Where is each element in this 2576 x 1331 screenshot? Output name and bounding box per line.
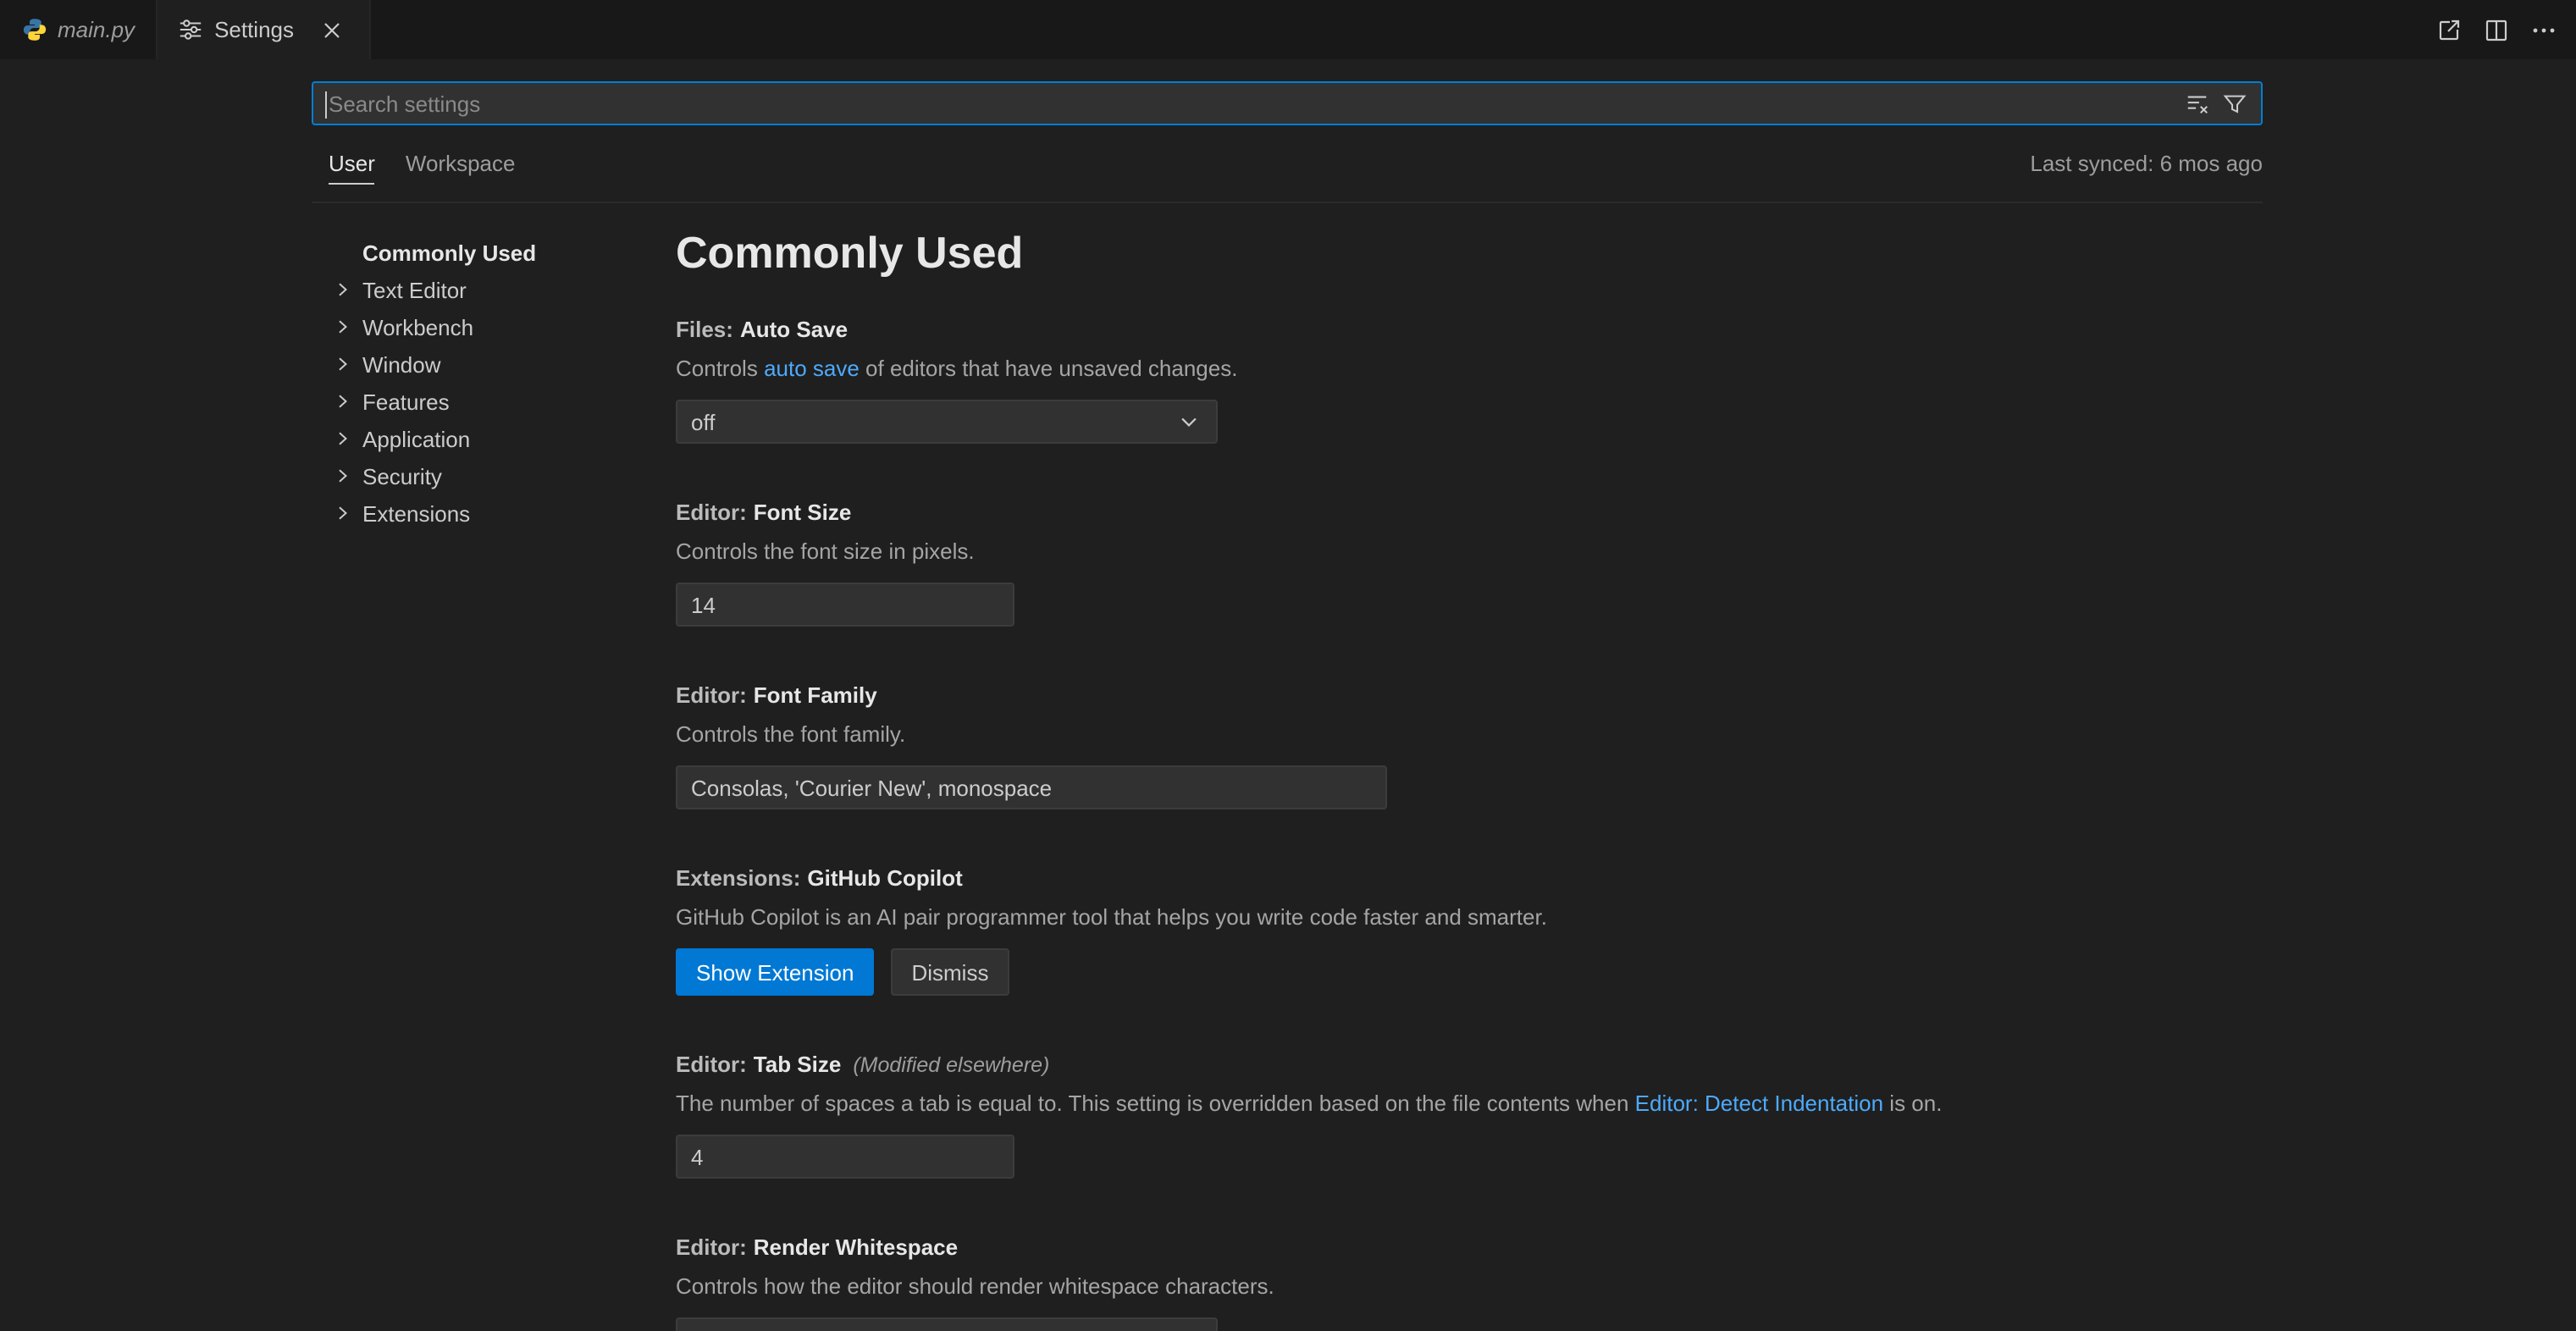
toc-item-security[interactable]: Security: [329, 457, 676, 494]
chevron-right-icon: [329, 351, 356, 378]
settings-editor: User Workspace Last synced: 6 mos ago Co…: [0, 59, 2576, 1331]
auto-save-link[interactable]: auto save: [764, 356, 860, 381]
detect-indentation-link[interactable]: Editor: Detect Indentation: [1635, 1091, 1883, 1116]
setting-description: Controls the font size in pixels.: [676, 537, 2263, 567]
setting-editor-tab-size: Editor:Tab Size(Modified elsewhere) The …: [676, 1050, 2263, 1179]
settings-toc: Commonly Used Text Editor Workbench Wind…: [312, 203, 676, 1331]
modified-elsewhere-note: (Modified elsewhere): [853, 1053, 1049, 1077]
search-settings-input[interactable]: [323, 91, 2180, 116]
tab-workspace-settings[interactable]: Workspace: [406, 151, 516, 185]
text-caret: [325, 91, 327, 119]
close-icon[interactable]: [314, 13, 348, 47]
toc-item-workbench[interactable]: Workbench: [329, 308, 676, 345]
chevron-right-icon: [329, 313, 356, 340]
tab-label: main.py: [58, 17, 135, 42]
tab-user-settings[interactable]: User: [329, 151, 375, 185]
setting-description: Controls auto save of editors that have …: [676, 354, 2263, 384]
last-synced-label: Last synced: 6 mos ago: [2030, 151, 2263, 176]
render-whitespace-select[interactable]: [676, 1317, 1218, 1331]
more-actions-icon[interactable]: [2525, 11, 2562, 48]
auto-save-select[interactable]: off: [676, 400, 1218, 444]
show-extension-button[interactable]: Show Extension: [676, 948, 874, 996]
chevron-right-icon: [329, 462, 356, 489]
tab-main-py[interactable]: main.py: [0, 0, 157, 59]
split-editor-icon[interactable]: [2478, 11, 2515, 48]
setting-title: Extensions:GitHub Copilot: [676, 864, 2263, 894]
toc-item-commonly-used[interactable]: Commonly Used: [329, 234, 676, 271]
setting-title: Editor:Render Whitespace: [676, 1233, 2263, 1263]
setting-title: Editor:Font Size: [676, 498, 2263, 528]
scope-row: User Workspace Last synced: 6 mos ago: [312, 151, 2263, 185]
toc-item-window[interactable]: Window: [329, 345, 676, 383]
setting-title: Files:Auto Save: [676, 315, 2263, 345]
editor-actions: [2430, 0, 2562, 59]
setting-editor-font-size: Editor:Font Size Controls the font size …: [676, 498, 2263, 627]
dismiss-button[interactable]: Dismiss: [891, 948, 1009, 996]
setting-editor-font-family: Editor:Font Family Controls the font fam…: [676, 681, 2263, 809]
setting-description: Controls how the editor should render wh…: [676, 1272, 2263, 1302]
setting-files-auto-save: Files:Auto Save Controls auto save of ed…: [676, 315, 2263, 444]
editor-tab-bar: main.py Settings: [0, 0, 2576, 59]
toc-item-text-editor[interactable]: Text Editor: [329, 271, 676, 308]
settings-search-box[interactable]: [312, 81, 2263, 125]
setting-description: Controls the font family.: [676, 720, 2263, 750]
chevron-right-icon: [329, 276, 356, 303]
toc-item-application[interactable]: Application: [329, 420, 676, 457]
settings-sliders-icon: [177, 16, 204, 43]
chevron-right-icon: [329, 425, 356, 452]
setting-description: The number of spaces a tab is equal to. …: [676, 1089, 2263, 1119]
settings-body: Commonly Used Text Editor Workbench Wind…: [312, 203, 2263, 1331]
open-settings-json-icon[interactable]: [2430, 11, 2468, 48]
python-icon: [20, 16, 47, 43]
toc-item-extensions[interactable]: Extensions: [329, 494, 676, 532]
tab-label: Settings: [214, 17, 294, 42]
setting-extensions-github-copilot: Extensions:GitHub Copilot GitHub Copilot…: [676, 864, 2263, 996]
setting-title: Editor:Font Family: [676, 681, 2263, 711]
clear-search-results-icon[interactable]: [2180, 86, 2214, 120]
toc-item-features[interactable]: Features: [329, 383, 676, 420]
filter-settings-icon[interactable]: [2217, 86, 2251, 120]
chevron-right-icon: [329, 388, 356, 415]
tab-settings[interactable]: Settings: [157, 0, 370, 59]
tab-size-input[interactable]: [676, 1135, 1014, 1179]
chevron-down-icon: [1175, 408, 1202, 435]
setting-editor-render-whitespace: Editor:Render Whitespace Controls how th…: [676, 1233, 2263, 1331]
page-title: Commonly Used: [676, 224, 2263, 281]
scope-tabs: User Workspace: [329, 151, 516, 185]
chevron-down-icon: [1175, 1326, 1202, 1331]
font-family-input[interactable]: [676, 765, 1387, 809]
chevron-right-icon: [329, 500, 356, 527]
settings-content: Commonly Used Files:Auto Save Controls a…: [676, 203, 2263, 1331]
font-size-input[interactable]: [676, 583, 1014, 627]
select-value: off: [691, 409, 715, 434]
setting-title: Editor:Tab Size(Modified elsewhere): [676, 1050, 2263, 1080]
settings-header: User Workspace Last synced: 6 mos ago: [312, 59, 2263, 203]
copilot-actions: Show Extension Dismiss: [676, 948, 2263, 996]
setting-description: GitHub Copilot is an AI pair programmer …: [676, 903, 2263, 933]
search-actions: [2180, 86, 2251, 120]
